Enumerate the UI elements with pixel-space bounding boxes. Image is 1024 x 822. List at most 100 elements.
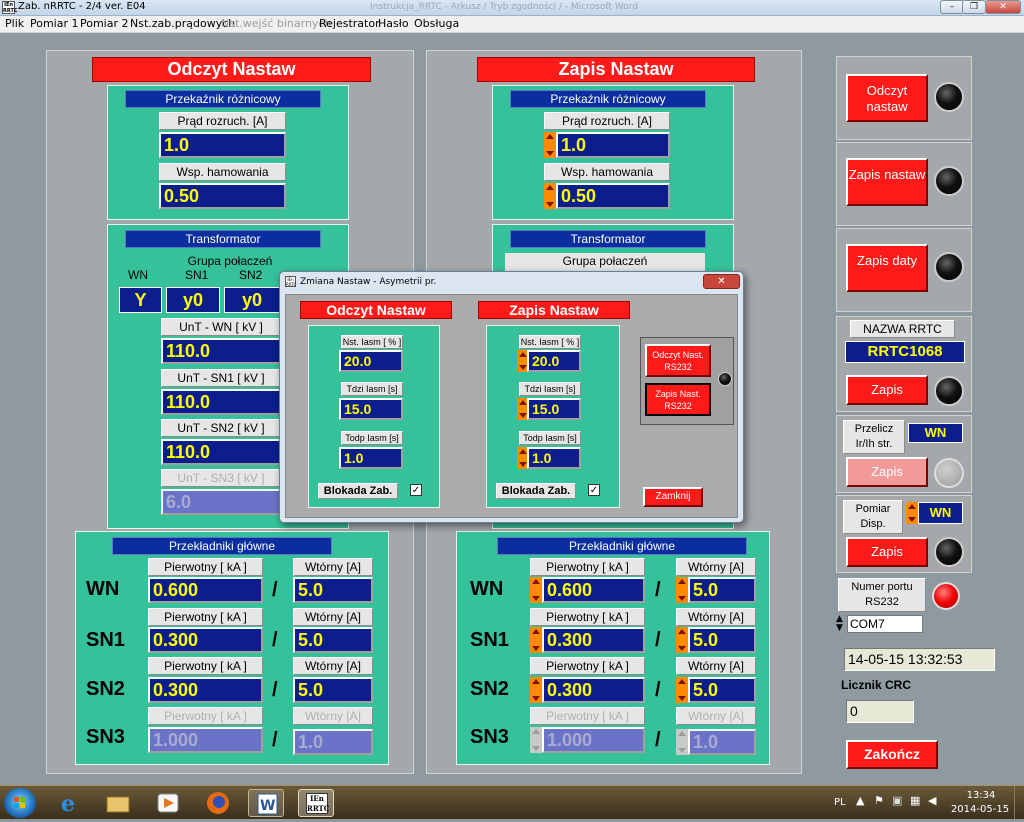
- read-brake-value: 0.50: [159, 183, 286, 209]
- write-settings-button[interactable]: Zapis nastaw: [846, 158, 928, 206]
- show-desktop-button[interactable]: [1014, 786, 1024, 820]
- language-indicator[interactable]: PL: [834, 797, 846, 808]
- write-ct-sn1-prim-input[interactable]: 0.300: [542, 627, 645, 653]
- explorer-taskbar-icon[interactable]: [100, 789, 136, 817]
- tray-expand-icon[interactable]: ▲: [856, 794, 864, 807]
- write-ct-sn2-sec-input[interactable]: 5.0: [688, 677, 756, 703]
- dialog-write-input-tdzi[interactable]: 15.0: [527, 398, 581, 420]
- write-ct-sn2-prim-label: Pierwotny [ kA ]: [530, 657, 645, 675]
- read-ct-sn1-prim: 0.300: [148, 627, 263, 653]
- read-group-col-wn: WN: [128, 268, 148, 282]
- write-ct-wn-name: WN: [470, 578, 504, 600]
- write-ct-sn3-sec-input: 1.0: [688, 729, 756, 755]
- media-player-taskbar-icon[interactable]: [150, 789, 186, 817]
- read-ct-sn2-sec-label: Wtórny [A]: [293, 657, 373, 675]
- window-title: Zab. nRRTC - 2/4 ver. E04: [18, 1, 146, 12]
- read-settings-button[interactable]: Odczyt nastaw: [846, 74, 928, 122]
- crc-value: 0: [846, 700, 914, 723]
- dialog-read-label-todp: Todp Iasm [s]: [341, 431, 403, 445]
- rrtc-app-icon: IEn RRTC: [306, 793, 330, 814]
- write-ct-sn2-sec-label: Wtórny [A]: [676, 657, 756, 675]
- write-ct-wn-sec-input[interactable]: 5.0: [688, 577, 756, 603]
- tray-flag-icon[interactable]: ⚑: [874, 794, 884, 807]
- write-ct-sn2-prim-input[interactable]: 0.300: [542, 677, 645, 703]
- write-startup-input[interactable]: 1.0: [556, 132, 670, 158]
- write-ct-wn-sec-spinner[interactable]: [676, 577, 688, 603]
- read-ct-wn-prim-label: Pierwotny [ kA ]: [148, 558, 263, 576]
- dialog-write-input-todp[interactable]: 1.0: [527, 447, 581, 469]
- rrtc-name-led: [934, 376, 964, 406]
- read-unt-wn-value: 110.0: [161, 338, 281, 364]
- display-spinner[interactable]: [906, 502, 918, 524]
- display-led: [934, 537, 964, 567]
- write-ct-sn1-prim-spinner[interactable]: [530, 627, 542, 653]
- write-date-button[interactable]: Zapis daty: [846, 244, 928, 292]
- asymmetry-settings-dialog: IEn RRTC Zmiana Nastaw - Asymetrii pr. ✕ …: [279, 271, 744, 523]
- menu-item-pomiar1[interactable]: Pomiar 1: [30, 17, 79, 30]
- read-ct-sn3-name: SN3: [86, 726, 125, 748]
- dialog-write-spinner-iasm[interactable]: [517, 350, 527, 372]
- port-input[interactable]: COM7: [847, 615, 923, 633]
- menu-item-current-settings[interactable]: Nst.zab.prądowych: [130, 17, 235, 30]
- dialog-write-spinner-todp[interactable]: [517, 447, 527, 469]
- menu-item-recorder[interactable]: Rejestrator: [319, 17, 380, 30]
- write-ct-sn1-slash: /: [655, 629, 661, 651]
- dialog-write-block-checkbox[interactable]: ✓: [588, 484, 600, 496]
- display-value[interactable]: WN: [918, 502, 963, 524]
- write-startup-label: Prąd rozruch. [A]: [544, 112, 670, 130]
- read-group-col-sn2: SN2: [239, 268, 263, 282]
- ie-taskbar-icon[interactable]: e: [52, 789, 88, 817]
- menu-item-password[interactable]: Hasło: [378, 17, 409, 30]
- rrtc-name-save-button[interactable]: Zapis: [846, 375, 928, 405]
- port-spinner[interactable]: ▲ ▼: [836, 615, 846, 633]
- read-ct-sn1-sec: 5.0: [293, 627, 373, 653]
- dialog-close-action-button[interactable]: Zamknij: [643, 487, 703, 507]
- read-startup-label: Prąd rozruch. [A]: [159, 112, 286, 130]
- dialog-close-button[interactable]: ✕: [703, 274, 740, 289]
- minimize-button[interactable]: –: [940, 0, 964, 14]
- write-ct-sn2-name: SN2: [470, 678, 509, 700]
- maximize-button[interactable]: ❐: [962, 0, 986, 14]
- write-brake-spinner[interactable]: [544, 183, 556, 209]
- write-ct-sn1-prim-label: Pierwotny [ kA ]: [530, 608, 645, 626]
- dialog-read-rs232-button[interactable]: Odczyt Nast. RS232: [645, 344, 711, 377]
- rrtc-name-label: NAZWA RRTC: [850, 320, 955, 338]
- background-window-title: Instrukcja_RRTC - Arkusz / Tryb zgodnośc…: [370, 2, 638, 12]
- write-ct-wn-prim-input[interactable]: 0.600: [542, 577, 645, 603]
- read-settings-header: Odczyt Nastaw: [92, 57, 371, 82]
- read-ct-sn3-sec-label: Wtórny [A]: [293, 707, 373, 725]
- dialog-read-label-tdzi: Tdzi Iasm [s]: [341, 382, 403, 396]
- start-button[interactable]: [4, 788, 36, 818]
- menu-item-pomiar2[interactable]: Pomiar 2: [80, 17, 129, 30]
- menu-item-service[interactable]: Obsługa: [414, 17, 459, 30]
- clock-time[interactable]: 13:34: [956, 790, 1006, 801]
- write-startup-spinner[interactable]: [544, 132, 556, 158]
- read-ct-sn2-prim-label: Pierwotny [ kA ]: [148, 657, 263, 675]
- read-ct-wn-prim: 0.600: [148, 577, 263, 603]
- dialog-write-spinner-tdzi[interactable]: [517, 398, 527, 420]
- read-ct-sn1-slash: /: [272, 629, 278, 651]
- close-button[interactable]: ✕: [985, 0, 1021, 14]
- dialog-write-input-iasm[interactable]: 20.0: [527, 350, 581, 372]
- exit-button[interactable]: Zakończ: [846, 740, 938, 769]
- write-ct-sn3-prim-spinner: [530, 727, 542, 753]
- dialog-write-rs232-button[interactable]: Zapis Nast. RS232: [645, 383, 711, 416]
- dialog-client-area: Odczyt Nastaw Nst. Iasm [ % ] 20.0 Tdzi …: [285, 294, 738, 518]
- tray-printer-icon[interactable]: ▣: [892, 794, 902, 807]
- write-ct-sn2-sec-spinner[interactable]: [676, 677, 688, 703]
- tray-network-icon[interactable]: ▦: [910, 794, 920, 807]
- write-ct-sn2-prim-spinner[interactable]: [530, 677, 542, 703]
- write-group-label: Grupa połaczeń: [505, 253, 705, 271]
- display-save-button[interactable]: Zapis: [846, 537, 928, 567]
- clock-date[interactable]: 2014-05-15: [948, 804, 1012, 815]
- menu-item-plik[interactable]: Plik: [5, 17, 24, 30]
- rrtc-taskbar-icon[interactable]: IEn RRTC: [298, 789, 334, 817]
- tray-volume-icon[interactable]: ◀: [928, 794, 936, 807]
- word-taskbar-icon[interactable]: W: [248, 789, 284, 817]
- write-ct-sn1-sec-spinner[interactable]: [676, 627, 688, 653]
- write-ct-wn-prim-spinner[interactable]: [530, 577, 542, 603]
- firefox-taskbar-icon[interactable]: [200, 789, 236, 817]
- read-unt-sn3-label: UnT - SN3 [ kV ]: [161, 469, 281, 487]
- write-ct-sn1-sec-input[interactable]: 5.0: [688, 627, 756, 653]
- write-brake-input[interactable]: 0.50: [556, 183, 670, 209]
